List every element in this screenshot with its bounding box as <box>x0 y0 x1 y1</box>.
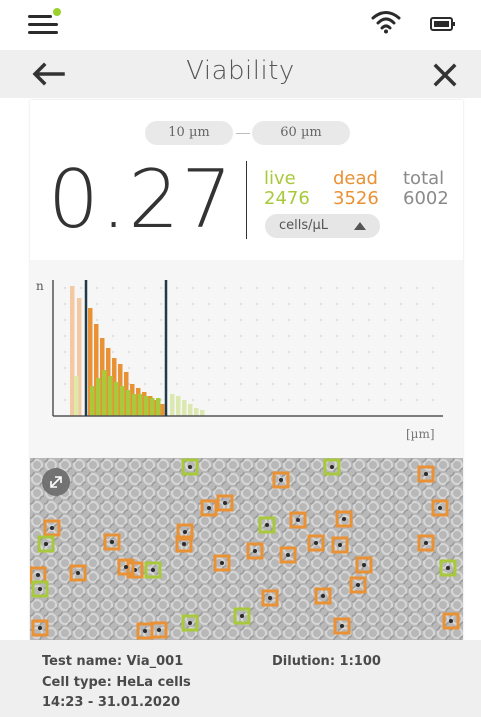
histogram-bar <box>194 408 199 416</box>
cell-nucleus <box>207 506 211 510</box>
histogram-bars <box>70 286 205 416</box>
cell-nucleus <box>182 542 186 546</box>
dead-label: dead <box>333 168 378 189</box>
cell-nucleus <box>183 530 187 534</box>
microscope-image[interactable] <box>30 458 463 640</box>
total-label: total <box>403 168 445 189</box>
histogram-y-label: n <box>36 279 44 293</box>
viability-value: 0.27 <box>48 153 235 246</box>
cell-nucleus <box>314 541 318 545</box>
menu-icon[interactable] <box>28 8 61 36</box>
histogram-bar <box>96 378 101 416</box>
histogram-bar <box>138 394 143 416</box>
cell-nucleus <box>356 583 360 587</box>
histogram-bar <box>90 386 95 416</box>
notification-dot-icon <box>53 8 61 16</box>
histogram-bar <box>160 404 165 416</box>
histogram-bar <box>132 394 137 416</box>
cell-nucleus <box>38 587 42 591</box>
test-name: Test name: Via_001 <box>42 654 184 669</box>
histogram-bar <box>170 394 175 416</box>
cell-nucleus <box>253 549 257 553</box>
histogram-bar <box>200 410 205 416</box>
cell-nucleus <box>449 619 453 623</box>
total-count: 6002 <box>403 188 449 209</box>
cell-nucleus <box>446 566 450 570</box>
cell-nucleus <box>188 465 192 469</box>
cell-nucleus <box>330 465 334 469</box>
expand-icon[interactable] <box>42 468 70 496</box>
cell-nucleus <box>240 614 244 618</box>
cell-nucleus <box>124 565 128 569</box>
triangle-up-icon <box>354 222 366 230</box>
histogram-bar <box>114 382 119 416</box>
cell-nucleus <box>438 506 442 510</box>
timestamp: 14:23 - 31.01.2020 <box>42 695 181 710</box>
unit-selector[interactable]: cells/µL <box>265 214 380 238</box>
cell-nucleus <box>188 621 192 625</box>
range-separator <box>236 133 250 134</box>
wifi-icon <box>371 11 401 34</box>
histogram-bar <box>74 376 79 416</box>
range-max-button[interactable]: 60 µm <box>252 121 350 145</box>
page-title: Viability <box>186 56 295 86</box>
cell-nucleus <box>362 563 366 567</box>
cell-nucleus <box>38 626 42 630</box>
dilution: Dilution: 1:100 <box>272 654 381 669</box>
cell-nucleus <box>157 628 161 632</box>
cell-nucleus <box>220 561 224 565</box>
histogram-bar <box>182 400 187 416</box>
live-count: 2476 <box>264 188 310 209</box>
cell-nucleus <box>143 629 147 633</box>
close-icon[interactable] <box>432 62 458 88</box>
live-label: live <box>264 168 296 189</box>
unit-label: cells/µL <box>279 218 329 233</box>
histogram-bar <box>156 398 161 416</box>
histogram-bar <box>188 404 193 416</box>
histogram-bar <box>144 396 149 416</box>
histogram-bar <box>150 398 155 416</box>
cell-nucleus <box>223 501 227 505</box>
cell-nucleus <box>342 517 346 521</box>
histogram-bar <box>126 390 131 416</box>
cell-nucleus <box>265 523 269 527</box>
cell-nucleus <box>338 543 342 547</box>
histogram-bar <box>108 376 113 416</box>
cell-nucleus <box>151 568 155 572</box>
cell-nucleus <box>424 472 428 476</box>
cell-nucleus <box>424 541 428 545</box>
histogram-bar <box>176 396 181 416</box>
cell-nucleus <box>286 553 290 557</box>
status-bar <box>0 0 481 50</box>
divider <box>246 161 247 239</box>
cell-nucleus <box>36 573 40 577</box>
cell-nucleus <box>279 478 283 482</box>
app-header: Viability <box>0 50 481 98</box>
cell-type: Cell type: HeLa cells <box>42 675 191 690</box>
cell-nucleus <box>44 542 48 546</box>
range-min-button[interactable]: 10 µm <box>145 121 233 145</box>
cell-nucleus <box>110 540 114 544</box>
histogram-bar <box>70 286 75 416</box>
result-panel: 10 µm 60 µm 0.27 live 2476 dead 3526 tot… <box>30 100 463 640</box>
histogram-x-label: [µm] <box>406 427 435 441</box>
cell-nucleus <box>76 571 80 575</box>
cell-nucleus <box>268 596 272 600</box>
cell-nucleus <box>340 624 344 628</box>
cell-nucleus <box>296 518 300 522</box>
battery-icon <box>430 17 455 31</box>
cell-nucleus <box>321 594 325 598</box>
histogram-bar <box>102 370 107 416</box>
size-histogram: n [µm] <box>30 260 463 460</box>
cell-nucleus <box>50 526 54 530</box>
histogram-bar <box>120 386 125 416</box>
test-info: Test name: Via_001 Dilution: 1:100 Cell … <box>0 640 481 717</box>
dead-count: 3526 <box>333 188 379 209</box>
